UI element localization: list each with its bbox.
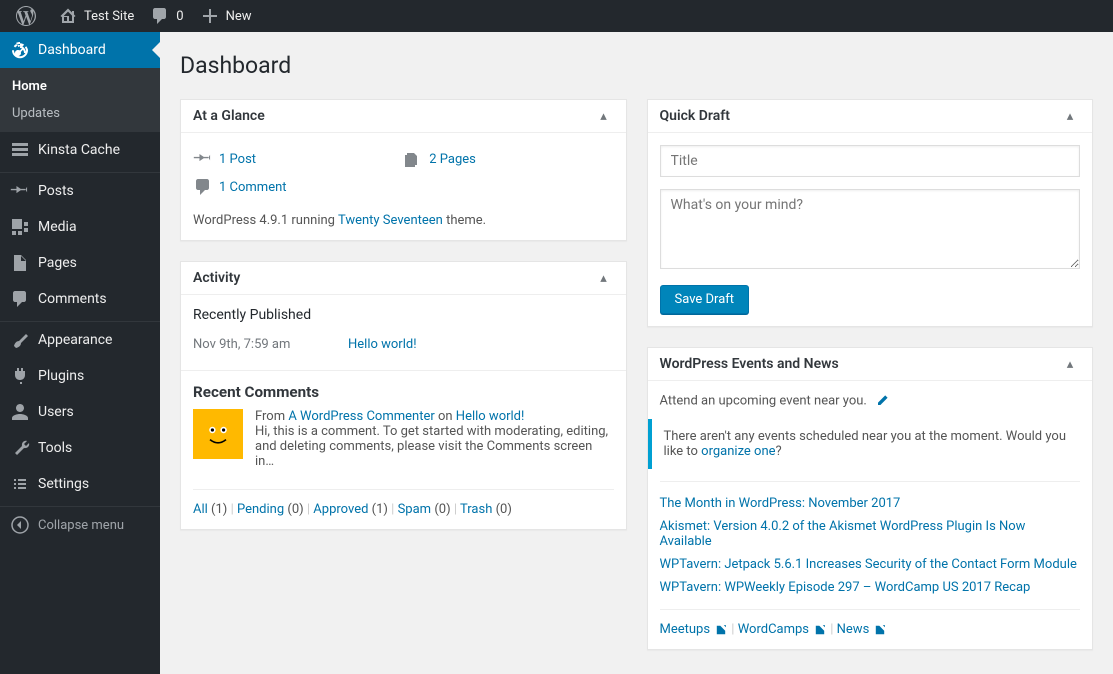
admin-sidebar: Dashboard Home Updates Kinsta Cache Post…: [0, 32, 160, 674]
pages-icon: [403, 149, 423, 169]
comment-post-link[interactable]: Hello world!: [456, 409, 525, 424]
at-a-glance-widget: At a Glance ▴ 1 Post 2 Pages: [180, 99, 627, 241]
kinsta-icon: [10, 140, 30, 160]
menu-users[interactable]: Users: [0, 394, 160, 430]
page-title: Dashboard: [180, 52, 1093, 79]
quickdraft-toggle[interactable]: ▴: [1060, 109, 1080, 124]
events-intro: Attend an upcoming event near you.: [660, 393, 1081, 419]
filter-pending[interactable]: Pending: [237, 502, 284, 517]
wp-version-info: WordPress 4.9.1 running Twenty Seventeen…: [193, 201, 614, 228]
published-time: Nov 9th, 7:59 am: [193, 337, 348, 352]
filter-approved[interactable]: Approved: [313, 502, 368, 517]
news-footer-link[interactable]: News: [837, 622, 870, 637]
filter-all[interactable]: All: [193, 502, 208, 517]
draft-content-textarea[interactable]: [660, 189, 1081, 269]
menu-pages[interactable]: Pages: [0, 245, 160, 281]
new-content-link[interactable]: New: [192, 0, 260, 32]
comments-link[interactable]: 0: [142, 0, 191, 32]
submenu-home[interactable]: Home: [0, 73, 160, 100]
activity-widget: Activity ▴ Recently Published Nov 9th, 7…: [180, 261, 627, 530]
comment-author-link[interactable]: A WordPress Commenter: [288, 409, 434, 424]
glance-toggle[interactable]: ▴: [594, 109, 614, 124]
comments-icon: [10, 289, 30, 309]
user-icon: [10, 402, 30, 422]
comment-excerpt: Hi, this is a comment. To get started wi…: [255, 424, 614, 469]
submenu-updates[interactable]: Updates: [0, 100, 160, 127]
organize-link[interactable]: organize one: [701, 444, 775, 459]
activity-toggle[interactable]: ▴: [594, 271, 614, 286]
filter-trash[interactable]: Trash: [460, 502, 492, 517]
glance-pages-link[interactable]: 2 Pages: [429, 152, 476, 167]
menu-media[interactable]: Media: [0, 209, 160, 245]
menu-posts[interactable]: Posts: [0, 173, 160, 209]
menu-tools[interactable]: Tools: [0, 430, 160, 466]
brush-icon: [10, 330, 30, 350]
theme-link[interactable]: Twenty Seventeen: [338, 213, 443, 228]
glance-title: At a Glance: [193, 108, 265, 124]
settings-icon: [10, 474, 30, 494]
pin-icon: [193, 149, 213, 169]
commenter-avatar: [193, 409, 243, 459]
comments-count-text: 0: [176, 9, 183, 24]
menu-settings[interactable]: Settings: [0, 466, 160, 502]
media-icon: [10, 217, 30, 237]
wp-logo[interactable]: [8, 0, 50, 32]
draft-title-input[interactable]: [660, 145, 1081, 177]
pages-icon: [10, 253, 30, 273]
dashboard-icon: [10, 40, 30, 60]
events-title: WordPress Events and News: [660, 356, 839, 372]
news-link[interactable]: Akismet: Version 4.0.2 of the Akismet Wo…: [660, 519, 1026, 549]
collapse-menu[interactable]: Collapse menu: [0, 507, 160, 543]
site-name-text: Test Site: [84, 9, 134, 24]
edit-icon[interactable]: [874, 393, 890, 409]
quick-draft-title: Quick Draft: [660, 108, 730, 124]
no-events-notice: There aren't any events scheduled near y…: [648, 419, 1093, 469]
meetups-link[interactable]: Meetups: [660, 622, 711, 637]
events-toggle[interactable]: ▴: [1060, 357, 1080, 372]
comment-icon: [193, 177, 213, 197]
site-name-link[interactable]: Test Site: [50, 0, 142, 32]
activity-title: Activity: [193, 270, 240, 286]
published-post-link[interactable]: Hello world!: [348, 337, 417, 352]
save-draft-button[interactable]: Save Draft: [660, 285, 750, 314]
news-link[interactable]: WPTavern: Jetpack 5.6.1 Increases Securi…: [660, 557, 1077, 572]
collapse-icon: [10, 515, 30, 535]
menu-plugins[interactable]: Plugins: [0, 358, 160, 394]
menu-appearance[interactable]: Appearance: [0, 322, 160, 358]
events-news-widget: WordPress Events and News ▴ Attend an up…: [647, 347, 1094, 650]
new-content-text: New: [226, 9, 252, 24]
pin-icon: [10, 181, 30, 201]
external-icon: [873, 623, 887, 637]
news-link[interactable]: The Month in WordPress: November 2017: [660, 496, 901, 511]
recently-published-heading: Recently Published: [193, 307, 614, 323]
glance-posts-link[interactable]: 1 Post: [219, 152, 256, 167]
quick-draft-widget: Quick Draft ▴ Save Draft: [647, 99, 1094, 327]
glance-comments-link[interactable]: 1 Comment: [219, 180, 287, 195]
news-link[interactable]: WPTavern: WPWeekly Episode 297 – WordCam…: [660, 580, 1031, 595]
plugin-icon: [10, 366, 30, 386]
menu-kinsta-cache[interactable]: Kinsta Cache: [0, 132, 160, 168]
wordcamps-link[interactable]: WordCamps: [738, 622, 809, 637]
external-icon: [714, 623, 728, 637]
wrench-icon: [10, 438, 30, 458]
recent-comments-heading: Recent Comments: [193, 383, 614, 401]
menu-dashboard[interactable]: Dashboard: [0, 32, 160, 68]
filter-spam[interactable]: Spam: [398, 502, 432, 517]
comment-filters: All (1) | Pending (0) | Approved (1) | S…: [193, 489, 614, 517]
external-icon: [813, 623, 827, 637]
comment-meta: From A WordPress Commenter on Hello worl…: [255, 409, 614, 424]
menu-comments[interactable]: Comments: [0, 281, 160, 317]
